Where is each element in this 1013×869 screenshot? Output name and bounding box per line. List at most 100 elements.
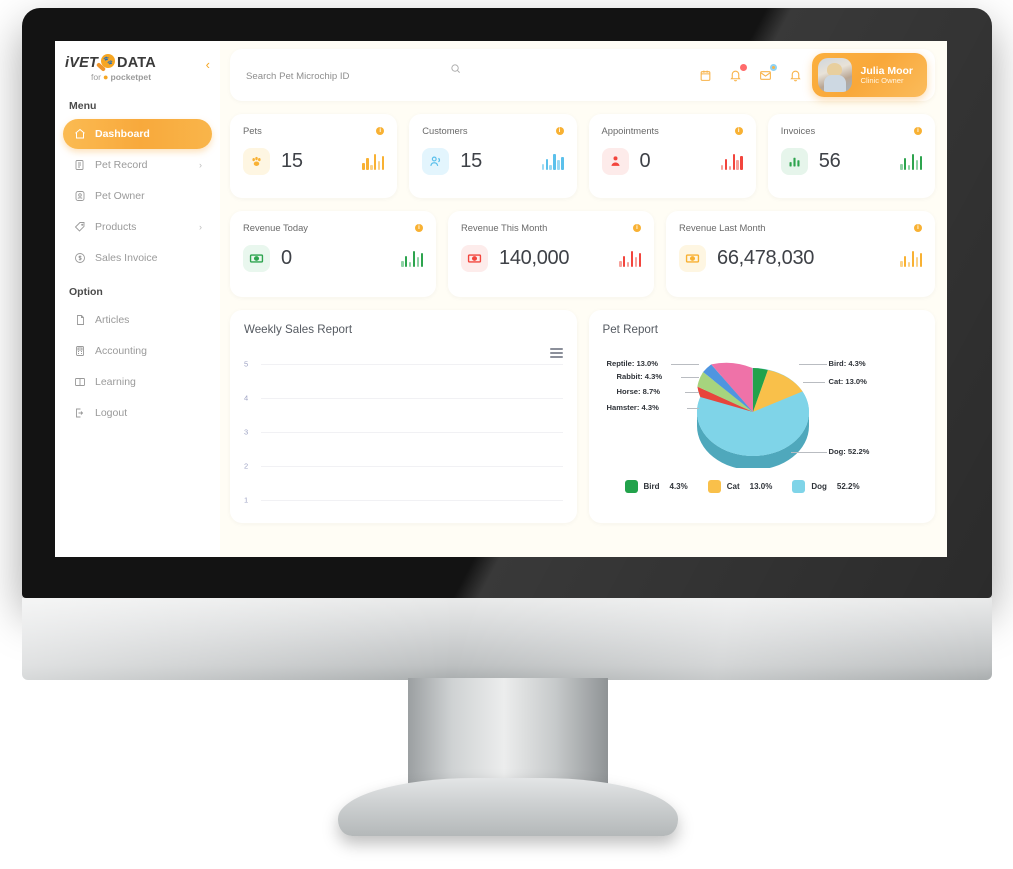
legend-item-bird[interactable]: Bird 4.3% (624, 480, 688, 493)
pie-callout-hamster: Hamster: 4.3% (606, 403, 659, 412)
info-icon[interactable]: i (555, 126, 564, 135)
profile-role: Clinic Owner (860, 75, 904, 85)
chart-title-pet-report: Pet Report (602, 323, 658, 336)
stat-card-body: 15 (243, 148, 385, 175)
monitor-stand-foot (338, 778, 678, 836)
stat-title: Customers (422, 125, 468, 136)
file-icon (73, 159, 86, 172)
legend-percent: 4.3% (669, 482, 688, 491)
stat-card-pets[interactable]: Pets i 15 (230, 114, 398, 198)
y-tick-label: 2 (244, 461, 249, 471)
sparkline-pets (362, 153, 385, 170)
sparkline-revenue-this-month (619, 250, 641, 267)
money-icon (243, 245, 270, 272)
nav-section-menu: Menu Dashboard Pet Record › Pet Owner Pr… (55, 88, 220, 273)
legend-swatch (792, 480, 806, 493)
desktop-screen: iVET 🐾 DATA for ● pocketpet ‹ Menu Dashb… (55, 41, 947, 557)
home-icon (73, 128, 86, 141)
legend-swatch (624, 480, 638, 493)
revenue-card-today[interactable]: Revenue Today i 0 (230, 211, 436, 297)
sidebar-item-label: Articles (95, 314, 130, 326)
search-input[interactable] (246, 71, 461, 82)
pie-callout-cat: Cat: 13.0% (828, 377, 867, 386)
hamburger-menu-icon[interactable] (549, 348, 563, 361)
legend-label: Dog (811, 482, 827, 491)
pie-chart-legend: Bird 4.3% Cat 13.0% Dog 52.2% (603, 480, 922, 493)
logo-primary-text: iVET (65, 54, 99, 71)
stat-card-invoices[interactable]: Invoices i 56 (767, 114, 935, 198)
search-box[interactable] (246, 64, 461, 84)
pie-callout-reptile: Reptile: 13.0% (606, 359, 659, 368)
sidebar-item-articles[interactable]: Articles (63, 305, 212, 335)
leader-line (802, 382, 825, 383)
sidebar-collapse-chevron-left-icon[interactable]: ‹ (206, 58, 210, 71)
dashboard-app: iVET 🐾 DATA for ● pocketpet ‹ Menu Dashb… (55, 41, 947, 557)
info-icon[interactable]: i (633, 223, 641, 232)
stat-card-body: 0 (601, 148, 743, 175)
chevron-right-icon: › (199, 222, 202, 232)
top-bar: Julia Moor Clinic Owner (230, 49, 935, 101)
chart-row: Weekly Sales Report 5 4 3 2 1 Pet Report… (230, 310, 935, 523)
stat-card-header: Pets i (243, 125, 385, 136)
info-icon[interactable]: i (914, 223, 922, 232)
logo-mark: iVET 🐾 DATA for ● pocketpet (65, 54, 177, 84)
y-tick-label: 4 (244, 393, 249, 403)
sparkline-customers (541, 153, 564, 170)
revenue-card-body: 0 (243, 245, 423, 272)
mail-icon[interactable] (759, 63, 778, 82)
sidebar-item-pet-owner[interactable]: Pet Owner (63, 181, 212, 211)
legend-item-cat[interactable]: Cat 13.0% (707, 480, 772, 493)
stat-title: Appointments (601, 125, 659, 136)
info-icon[interactable]: i (734, 126, 743, 135)
revenue-card-header: Revenue This Month i (461, 222, 641, 233)
sidebar-item-pet-record[interactable]: Pet Record › (63, 150, 212, 180)
revenue-card-last-month[interactable]: Revenue Last Month i 66,478,030 (666, 211, 935, 297)
stat-card-row: Pets i 15 Customers i 15 Appointments i … (230, 114, 935, 198)
user-profile-button[interactable]: Julia Moor Clinic Owner (812, 53, 927, 97)
sidebar-item-accounting[interactable]: Accounting (63, 336, 212, 366)
avatar (818, 58, 853, 92)
sidebar-item-logout[interactable]: Logout (63, 398, 212, 428)
logo-tagline: for ● pocketpet (91, 72, 177, 82)
sidebar-item-products[interactable]: Products › (63, 212, 212, 242)
sidebar-item-label: Logout (95, 407, 128, 419)
sidebar-item-sales-invoice[interactable]: Sales Invoice (63, 243, 212, 273)
sidebar-item-label: Dashboard (95, 128, 150, 140)
stat-card-header: Appointments i (602, 125, 743, 136)
revenue-card-row: Revenue Today i 0 Revenue This Month i 1… (230, 211, 935, 297)
line-chart-weekly-sales: 5 4 3 2 1 (244, 348, 563, 510)
app-logo[interactable]: iVET 🐾 DATA for ● pocketpet ‹ (55, 41, 220, 88)
stat-card-header: Customers i (422, 125, 564, 136)
stat-card-appointments[interactable]: Appointments i 0 (588, 114, 756, 198)
sidebar: iVET 🐾 DATA for ● pocketpet ‹ Menu Dashb… (55, 41, 220, 557)
stat-card-customers[interactable]: Customers i 15 (409, 114, 577, 198)
info-icon[interactable]: i (376, 126, 385, 135)
chevron-right-icon: › (199, 160, 202, 170)
info-icon[interactable]: i (914, 126, 922, 135)
money-icon (679, 245, 706, 272)
sparkline-appointments (720, 153, 743, 170)
info-icon[interactable]: i (415, 223, 423, 232)
bell-alt-icon[interactable] (789, 69, 802, 82)
bell-icon[interactable] (729, 63, 748, 82)
sparkline-revenue-today (401, 250, 423, 267)
profile-name: Julia Moor (860, 64, 913, 77)
legend-percent: 52.2% (836, 482, 860, 491)
revenue-card-this-month[interactable]: Revenue This Month i 140,000 (448, 211, 654, 297)
logout-icon (73, 407, 86, 420)
calendar-icon[interactable] (699, 69, 712, 82)
pie-callout-horse: Horse: 8.7% (616, 387, 660, 396)
legend-item-dog[interactable]: Dog 52.2% (792, 480, 860, 493)
revenue-card-header: Revenue Today i (243, 222, 423, 233)
paw-icon (243, 148, 270, 175)
nav-section-option: Option Articles Accounting Learning Logo… (55, 274, 220, 428)
revenue-value: 0 (281, 247, 292, 269)
revenue-card-header: Revenue Last Month i (679, 222, 922, 233)
stat-value: 0 (639, 150, 651, 172)
legend-label: Bird (643, 482, 660, 491)
stat-card-body: 56 (780, 148, 922, 175)
topbar-icon-group (699, 63, 812, 82)
sidebar-item-learning[interactable]: Learning (63, 367, 212, 397)
search-icon[interactable] (450, 61, 461, 73)
sidebar-item-dashboard[interactable]: Dashboard (63, 119, 212, 149)
